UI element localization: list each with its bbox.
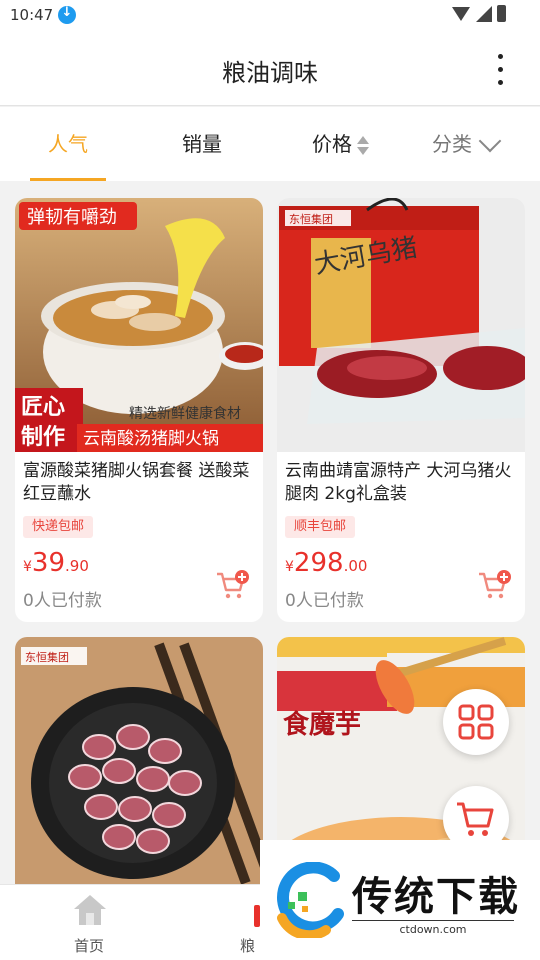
wifi-icon: [452, 7, 470, 21]
tab-category[interactable]: 分类: [420, 107, 510, 181]
grid-view-button[interactable]: [443, 689, 509, 755]
price-decimal: .90: [65, 557, 89, 575]
price-integer: 298: [293, 548, 344, 578]
tab-label: 分类: [432, 132, 472, 156]
shipping-tag: 顺丰包邮: [285, 516, 356, 538]
image-brand: 东恒集团: [25, 650, 69, 664]
product-image[interactable]: 弹韧有嚼劲 精选新鲜健康食材 匠心 制作 云南酸汤猪脚火锅: [15, 198, 263, 452]
watermark-overlay: 传统下载 ctdown.com: [260, 840, 540, 960]
image-badge-2: 制作: [21, 425, 65, 450]
grid-icon: [458, 704, 494, 740]
watermark-text: 传统下载: [352, 874, 520, 920]
signal-icon: [476, 6, 492, 22]
price-symbol: ¥: [23, 559, 32, 575]
sort-tabs: 人气 销量 价格 分类: [0, 107, 540, 181]
battery-icon: [497, 5, 506, 22]
price-integer: 39: [31, 548, 66, 578]
more-icon[interactable]: [490, 51, 510, 87]
status-bar: 10:47: [0, 0, 540, 32]
home-icon: [74, 895, 106, 925]
price-decimal: .00: [343, 557, 368, 575]
product-card[interactable]: 东恒集团: [15, 637, 263, 897]
shipping-tag: 快递包邮: [23, 516, 94, 538]
image-badge-1: 匠心: [21, 395, 65, 420]
download-icon: [58, 5, 76, 24]
price-symbol: ¥: [285, 559, 294, 575]
tab-indicator: [30, 178, 106, 181]
sold-count: 0人已付款: [23, 591, 102, 611]
product-title[interactable]: 云南曲靖富源特产 大河乌猪火腿肉 2kg礼盒装: [285, 460, 517, 506]
tab-label: 价格: [312, 132, 352, 156]
header: 粮油调味: [0, 32, 540, 106]
product-price: ¥298.00: [285, 548, 367, 578]
tab-label: 人气: [48, 132, 88, 156]
image-text-bottom: 云南酸汤猪脚火锅: [83, 429, 219, 449]
nav-item-home[interactable]: 首页: [60, 885, 120, 960]
product-image[interactable]: 东恒集团 大河乌猪: [277, 198, 525, 452]
nav-label-grain: 粮: [240, 937, 256, 955]
status-time: 10:47: [10, 6, 54, 24]
cart-add-icon[interactable]: [215, 570, 249, 600]
image-text-mid: 精选新鲜健康食材: [129, 405, 241, 422]
sold-count: 0人已付款: [285, 591, 364, 611]
product-card[interactable]: 弹韧有嚼劲 精选新鲜健康食材 匠心 制作 云南酸汤猪脚火锅 富源酸菜猪脚火锅套餐…: [15, 198, 263, 622]
tab-popularity[interactable]: 人气: [30, 107, 106, 181]
product-image[interactable]: 东恒集团: [15, 637, 263, 891]
nav-label-home: 首页: [74, 937, 105, 955]
product-title[interactable]: 富源酸菜猪脚火锅套餐 送酸菜红豆蘸水: [23, 460, 255, 506]
page-title: 粮油调味: [222, 59, 318, 87]
image-text-top: 弹韧有嚼劲: [27, 207, 117, 228]
sort-icon: [356, 135, 370, 157]
tab-sales[interactable]: 销量: [164, 107, 240, 181]
tab-price[interactable]: 价格: [296, 107, 386, 181]
product-card[interactable]: 东恒集团 大河乌猪 云南曲靖富源特产 大河乌猪火腿肉 2kg礼盒装 顺丰包邮 ¥…: [277, 198, 525, 622]
tab-label: 销量: [182, 132, 222, 156]
image-brand: 东恒集团: [289, 212, 333, 226]
chevron-down-icon: [478, 129, 502, 152]
watermark-url: ctdown.com: [352, 920, 514, 936]
cart-add-icon[interactable]: [477, 570, 511, 600]
watermark-logo: [277, 862, 344, 938]
image-pack-text: 食魔芋: [283, 709, 361, 740]
product-price: ¥39.90: [23, 548, 89, 578]
